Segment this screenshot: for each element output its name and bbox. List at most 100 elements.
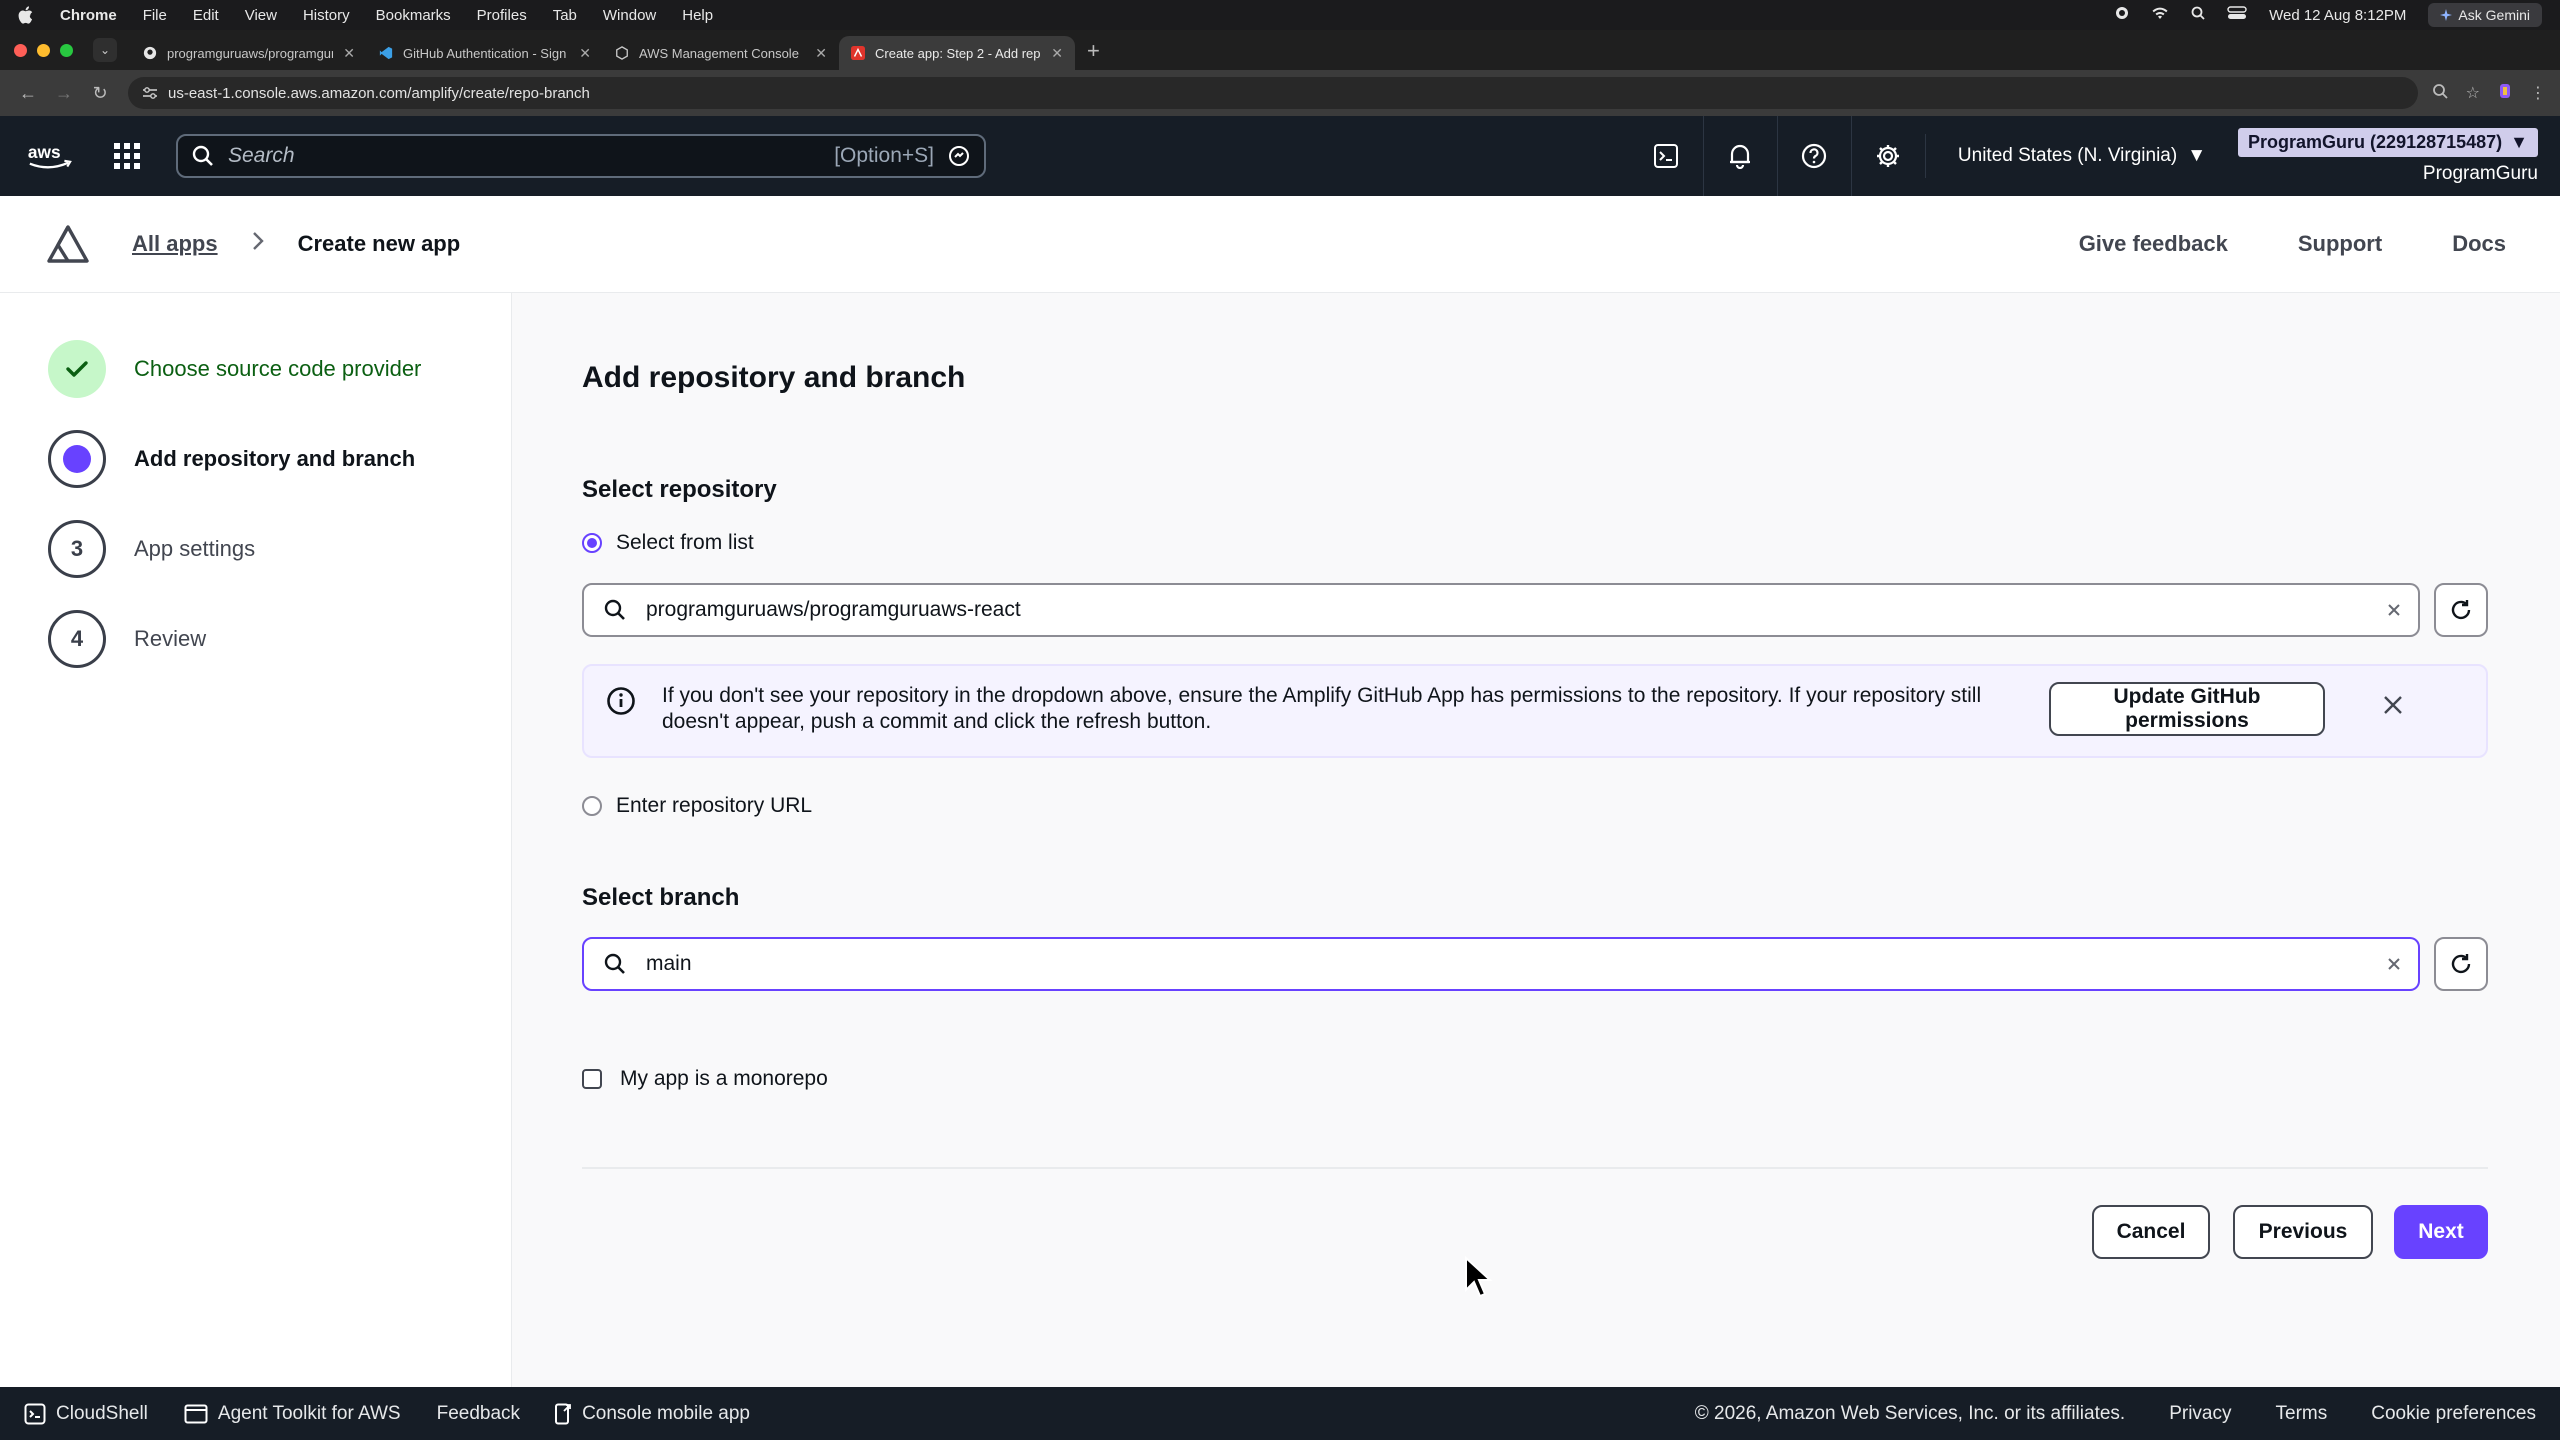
mobile-app-label: Console mobile app bbox=[582, 1402, 751, 1424]
menu-help[interactable]: Help bbox=[682, 7, 713, 24]
site-info-icon[interactable] bbox=[142, 86, 158, 100]
breadcrumb-all-apps[interactable]: All apps bbox=[132, 231, 218, 257]
cloudshell-label: CloudShell bbox=[56, 1402, 148, 1424]
close-tab-icon[interactable]: ✕ bbox=[1051, 45, 1063, 62]
next-button[interactable]: Next bbox=[2394, 1205, 2488, 1259]
cancel-button[interactable]: Cancel bbox=[2092, 1205, 2210, 1259]
radio-label: Enter repository URL bbox=[616, 794, 813, 817]
zoom-window-button[interactable] bbox=[60, 43, 73, 57]
terms-link[interactable]: Terms bbox=[2276, 1403, 2328, 1425]
agent-toolkit-label: Agent Toolkit for AWS bbox=[217, 1402, 401, 1424]
region-selector[interactable]: United States (N. Virginia) ▼ bbox=[1924, 134, 2238, 178]
repository-input[interactable] bbox=[646, 598, 2366, 622]
back-arrow-icon[interactable]: ← bbox=[14, 83, 42, 104]
services-grid-icon[interactable] bbox=[114, 143, 140, 169]
browser-tab-create-app[interactable]: Create app: Step 2 - Add rep ✕ bbox=[839, 36, 1075, 70]
refresh-icon bbox=[2451, 600, 2471, 620]
menu-tab[interactable]: Tab bbox=[553, 7, 577, 24]
cookie-preferences-link[interactable]: Cookie preferences bbox=[2371, 1403, 2536, 1425]
tab-search-button[interactable]: ⌄ bbox=[93, 38, 117, 62]
account-badge[interactable]: ProgramGuru (229128715487) ▼ bbox=[2238, 127, 2538, 157]
spotlight-icon[interactable] bbox=[2191, 6, 2205, 24]
radio-enter-repository-url[interactable]: Enter repository URL bbox=[582, 794, 812, 818]
support-link[interactable]: Support bbox=[2298, 231, 2382, 257]
bell-icon bbox=[1730, 144, 1751, 169]
menu-profiles[interactable]: Profiles bbox=[477, 7, 527, 24]
zoom-icon[interactable] bbox=[2432, 83, 2448, 104]
refresh-branches-button[interactable] bbox=[2434, 937, 2488, 991]
repository-select[interactable] bbox=[582, 583, 2420, 637]
settings-button[interactable] bbox=[1850, 116, 1925, 196]
menu-bookmarks[interactable]: Bookmarks bbox=[376, 7, 451, 24]
address-bar[interactable]: us-east-1.console.aws.amazon.com/amplify… bbox=[128, 77, 2418, 109]
update-github-permissions-button[interactable]: Update GitHub permissions bbox=[2049, 682, 2325, 736]
help-button[interactable] bbox=[1776, 116, 1851, 196]
close-tab-icon[interactable]: ✕ bbox=[579, 45, 591, 62]
refresh-repositories-button[interactable] bbox=[2434, 583, 2488, 637]
cloudshell-footer-button[interactable]: CloudShell bbox=[24, 1403, 148, 1425]
browser-tab-aws-console[interactable]: AWS Management Console ✕ bbox=[603, 36, 839, 70]
wifi-icon[interactable] bbox=[2151, 6, 2169, 24]
aws-search-box[interactable]: [Option+S] bbox=[176, 134, 986, 178]
branch-input[interactable] bbox=[646, 952, 2366, 976]
give-feedback-link[interactable]: Give feedback bbox=[2079, 231, 2228, 257]
url-text: us-east-1.console.aws.amazon.com/amplify… bbox=[168, 84, 590, 102]
clear-icon[interactable] bbox=[2386, 602, 2402, 618]
radio-unselected[interactable] bbox=[582, 796, 602, 816]
monorepo-checkbox-row[interactable]: My app is a monorepo bbox=[582, 1067, 828, 1091]
agent-toolkit-button[interactable]: Agent Toolkit for AWS bbox=[184, 1403, 401, 1425]
radio-selected[interactable] bbox=[582, 533, 602, 553]
privacy-link[interactable]: Privacy bbox=[2169, 1403, 2231, 1425]
chevron-right-icon bbox=[252, 231, 264, 257]
aws-logo-icon[interactable]: aws bbox=[26, 140, 74, 172]
menu-app-name[interactable]: Chrome bbox=[60, 7, 117, 24]
forward-arrow-icon[interactable]: → bbox=[50, 83, 78, 104]
console-mobile-app-link[interactable]: Console mobile app bbox=[554, 1403, 750, 1425]
docs-link[interactable]: Docs bbox=[2452, 231, 2506, 257]
select-branch-heading: Select branch bbox=[582, 884, 740, 911]
menu-datetime[interactable]: Wed 12 Aug 8:12PM bbox=[2269, 7, 2406, 24]
new-tab-button[interactable]: + bbox=[1087, 38, 1100, 64]
search-input[interactable] bbox=[228, 144, 821, 168]
toolkit-icon bbox=[184, 1404, 208, 1423]
close-icon[interactable] bbox=[2382, 694, 2404, 716]
page-title: Add repository and branch bbox=[582, 361, 966, 394]
account-menu[interactable]: ProgramGuru (229128715487) ▼ ProgramGuru bbox=[2238, 127, 2538, 185]
step-label: Choose source code provider bbox=[134, 356, 422, 381]
record-icon[interactable] bbox=[2115, 6, 2129, 24]
amplify-logo-icon[interactable] bbox=[46, 224, 90, 264]
extension-icon[interactable] bbox=[2498, 83, 2512, 104]
menu-view[interactable]: View bbox=[245, 7, 277, 24]
step-label: App settings bbox=[134, 536, 256, 561]
branch-select[interactable] bbox=[582, 937, 2420, 991]
monorepo-checkbox[interactable] bbox=[582, 1069, 602, 1089]
cloudshell-nav-button[interactable] bbox=[1629, 116, 1703, 196]
step-choose-source[interactable]: Choose source code provider bbox=[48, 340, 421, 398]
macos-menu-bar: Chrome File Edit View History Bookmarks … bbox=[0, 0, 2560, 30]
menu-file[interactable]: File bbox=[143, 7, 167, 24]
assistant-icon[interactable] bbox=[948, 145, 970, 167]
menu-history[interactable]: History bbox=[303, 7, 350, 24]
bookmark-star-icon[interactable]: ☆ bbox=[2466, 83, 2480, 103]
close-tab-icon[interactable]: ✕ bbox=[343, 45, 355, 62]
notifications-button[interactable] bbox=[1702, 116, 1777, 196]
menu-window[interactable]: Window bbox=[603, 7, 656, 24]
amplify-icon bbox=[851, 46, 865, 60]
ask-gemini-button[interactable]: Ask Gemini bbox=[2428, 3, 2542, 27]
close-window-button[interactable] bbox=[14, 43, 27, 57]
main-content: Add repository and branch Select reposit… bbox=[512, 293, 2560, 1387]
minimize-window-button[interactable] bbox=[37, 43, 50, 57]
menu-edit[interactable]: Edit bbox=[193, 7, 219, 24]
apple-icon[interactable] bbox=[18, 6, 34, 24]
browser-tab-github-repo[interactable]: programguruaws/programguruaws ✕ bbox=[131, 36, 367, 70]
feedback-footer-link[interactable]: Feedback bbox=[437, 1403, 520, 1425]
reload-icon[interactable]: ↻ bbox=[86, 83, 114, 104]
control-center-icon[interactable] bbox=[2227, 6, 2247, 24]
browser-tab-github-auth[interactable]: GitHub Authentication - Sign ✕ bbox=[367, 36, 603, 70]
radio-select-from-list[interactable]: Select from list bbox=[582, 531, 754, 555]
more-vert-icon[interactable]: ⋮ bbox=[2530, 83, 2546, 103]
step-add-repository[interactable]: Add repository and branch bbox=[48, 430, 415, 488]
previous-button[interactable]: Previous bbox=[2233, 1205, 2373, 1259]
clear-icon[interactable] bbox=[2386, 956, 2402, 972]
close-tab-icon[interactable]: ✕ bbox=[815, 45, 827, 62]
